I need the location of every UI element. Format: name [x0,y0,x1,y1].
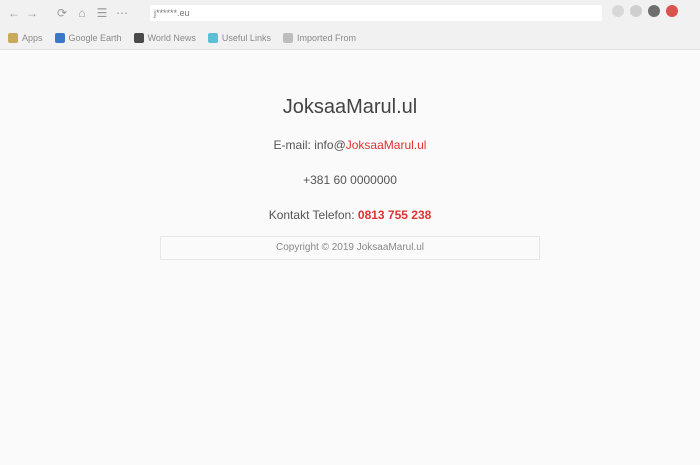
bookmark-3[interactable]: Useful Links [207,32,271,43]
forward-arrow-icon[interactable]: → [24,5,40,21]
bookmark-apps[interactable]: Apps [8,32,43,43]
page-title: JoksaaMarul.ul [282,96,418,118]
email-prefix: info@ [314,138,346,152]
folder-icon [282,32,293,43]
bookmarks-bar: Apps Google Earth World News Useful Link… [0,26,700,50]
bookmark-label: Apps [22,32,43,43]
nav-buttons: ← → [6,5,40,21]
phone-line: Kontakt Telefon: 0813 755 238 [0,208,700,222]
footer-box: Copyright © 2019 JoksaaMarul.ul [160,236,540,260]
bookmark-1[interactable]: Google Earth [54,32,122,43]
bookmark-2[interactable]: World News [133,32,196,43]
reload-icon[interactable]: ⟳ [54,5,70,21]
address-bar-text: j******.eu [154,8,190,18]
email-line: E-mail: info@JoksaaMarul.ul [0,138,700,152]
profile-icon[interactable] [648,5,660,17]
email-label: E-mail: [273,138,315,152]
bookmark-icon [133,32,144,43]
settings-icon[interactable] [666,5,678,17]
home-icon[interactable]: ⌂ [74,5,90,21]
page-controls: ⟳ ⌂ ☰ ⋯ [54,5,130,21]
star-icon[interactable] [612,5,624,17]
extension-icon[interactable] [630,5,642,17]
page-content: JoksaaMarul.ul E-mail: info@JoksaaMarul.… [0,50,700,465]
address-bar[interactable]: j******.eu [150,5,602,21]
apps-icon [8,32,18,43]
toolbar-icons [612,5,678,17]
bookmark-4[interactable]: Imported From [282,32,356,43]
bookmark-icon [54,32,65,43]
back-arrow-icon[interactable]: ← [6,5,22,21]
phone-value[interactable]: 0813 755 238 [358,208,431,222]
bookmark-label: World News [147,32,196,43]
email-link[interactable]: JoksaaMarul.ul [346,138,427,152]
bookmark-label: Google Earth [68,32,122,43]
browser-toolbar: ← → ⟳ ⌂ ☰ ⋯ j******.eu [0,0,700,26]
bookmark-label: Imported From [296,32,356,43]
menu-icon[interactable]: ☰ [94,5,110,21]
history-icon[interactable]: ⋯ [114,5,130,21]
bookmark-label: Useful Links [221,32,271,43]
tel-line: +381 60 0000000 [303,173,397,187]
phone-label: Kontakt Telefon: [268,208,358,222]
bookmark-icon [207,32,218,43]
